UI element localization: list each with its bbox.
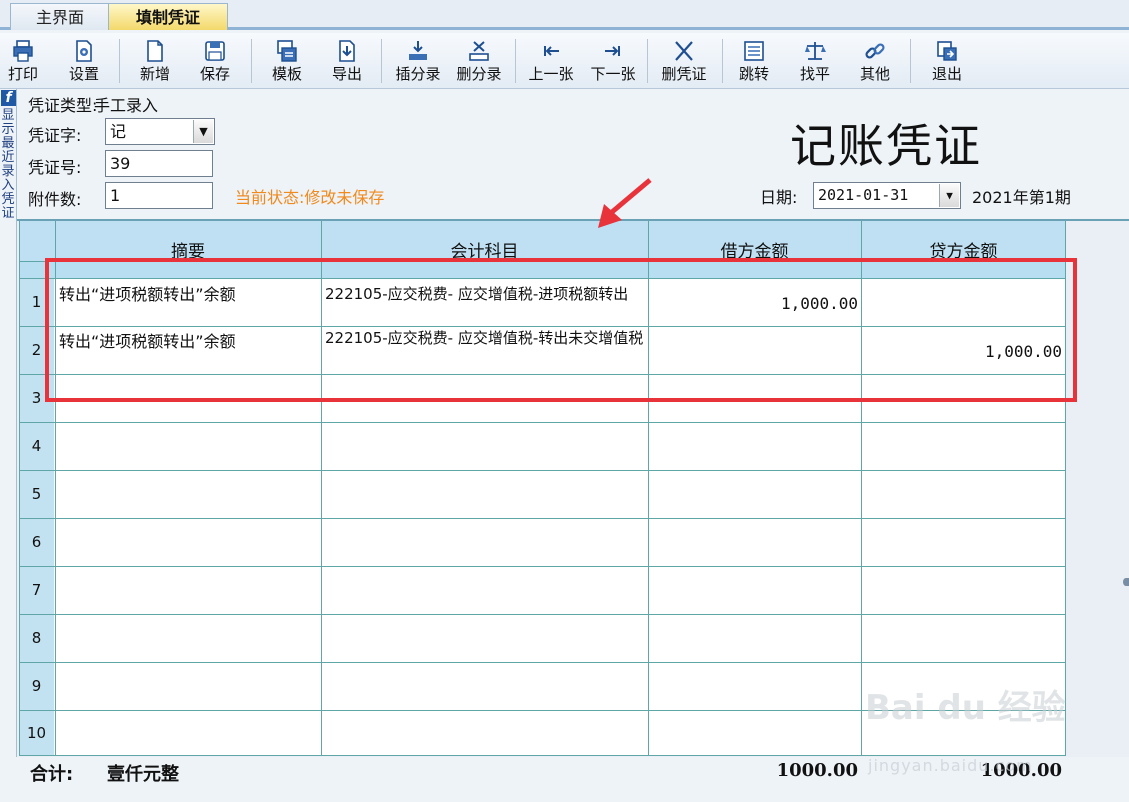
- date-label: 日期:: [760, 188, 798, 207]
- link-icon: [860, 37, 890, 65]
- row-number: 9: [19, 662, 54, 710]
- totals-amount-in-words: 壹仟元整: [107, 764, 179, 785]
- voucher-word-select[interactable]: 记 ▼: [105, 118, 215, 145]
- export-button[interactable]: 导出: [325, 37, 369, 87]
- close-icon: [669, 37, 699, 65]
- highlight-box: [45, 258, 1077, 402]
- gear-icon: [69, 37, 99, 65]
- prev-icon: [536, 37, 566, 65]
- toolbar-separator: [647, 39, 648, 83]
- voucher-word-value: 记: [110, 122, 127, 141]
- watermark-url: jingyan.baidu.com: [868, 756, 1033, 775]
- template-icon: [272, 37, 302, 65]
- row-number: 7: [19, 566, 54, 614]
- save-button[interactable]: 保存: [193, 37, 237, 87]
- recent-vouchers-label: 显示最近录入凭证: [1, 108, 15, 221]
- tab-voucher-entry[interactable]: 填制凭证: [108, 3, 228, 30]
- totals-label: 合计:: [30, 764, 74, 785]
- insert-entry-button[interactable]: 插分录: [390, 37, 446, 87]
- recent-vouchers-panel[interactable]: f 显示最近录入凭证: [0, 89, 17, 802]
- insert-row-icon: [403, 37, 433, 65]
- tab-main[interactable]: 主界面: [10, 3, 110, 30]
- balance-button[interactable]: 找平: [793, 37, 837, 87]
- jump-icon: [739, 37, 769, 65]
- toolbar-separator: [251, 39, 252, 83]
- row-number: 6: [19, 518, 54, 566]
- tab-bar: 主界面 填制凭证: [0, 0, 1129, 30]
- voucher-no-input[interactable]: 39: [105, 150, 213, 177]
- exit-button[interactable]: 退出: [925, 37, 969, 87]
- status-text: 当前状态:修改未保存: [235, 188, 385, 207]
- chevron-down-icon[interactable]: ▼: [193, 120, 213, 143]
- delete-voucher-button[interactable]: 删凭证: [655, 37, 713, 87]
- voucher-no-value: 39: [110, 154, 131, 173]
- voucher-type-label: 凭证类型:: [28, 96, 98, 115]
- watermark-logo: Bai du 经验: [865, 688, 1066, 728]
- toolbar-separator: [381, 39, 382, 83]
- exit-icon: [932, 37, 962, 65]
- row-number: 10: [19, 710, 54, 756]
- voucher-no-label: 凭证号:: [28, 158, 82, 177]
- voucher-type-value: 手工录入: [94, 96, 159, 115]
- toolbar-separator: [119, 39, 120, 83]
- printer-icon: [8, 37, 38, 65]
- delete-row-icon: [464, 37, 494, 65]
- chevron-down-icon[interactable]: ▼: [939, 184, 959, 207]
- other-button[interactable]: 其他: [853, 37, 897, 87]
- template-button[interactable]: 模板: [265, 37, 309, 87]
- attachments-label: 附件数:: [28, 190, 82, 209]
- scale-icon: [800, 37, 830, 65]
- voucher-word-label: 凭证字:: [28, 126, 82, 145]
- accounting-period: 2021年第1期: [972, 188, 1071, 207]
- jump-button[interactable]: 跳转: [732, 37, 776, 87]
- new-button[interactable]: 新增: [133, 37, 177, 87]
- page-title: 记账凭证: [790, 119, 982, 173]
- print-button[interactable]: 打印: [2, 37, 44, 87]
- attachments-value: 1: [110, 186, 121, 205]
- toolbar-separator: [722, 39, 723, 83]
- settings-button[interactable]: 设置: [62, 37, 106, 87]
- delete-entry-button[interactable]: 删分录: [450, 37, 508, 87]
- annotation-arrow-icon: [598, 178, 652, 228]
- date-value: 2021-01-31: [818, 186, 909, 204]
- toolbar-separator: [910, 39, 911, 83]
- toolbar: 打印 设置 新增 保存 模板 导出 插分录 删分录 上一张 下一张 删凭证 跳转…: [0, 33, 1129, 89]
- next-icon: [598, 37, 628, 65]
- prev-voucher-button[interactable]: 上一张: [522, 37, 580, 87]
- toolbar-separator: [515, 39, 516, 83]
- app-logo-icon: f: [1, 90, 16, 106]
- row-number: 4: [19, 422, 54, 470]
- export-icon: [332, 37, 362, 65]
- date-picker[interactable]: 2021-01-31 ▼: [813, 182, 961, 209]
- row-number: 8: [19, 614, 54, 662]
- new-page-icon: [140, 37, 170, 65]
- totals-debit: 1000.00: [776, 760, 858, 781]
- floppy-icon: [200, 37, 230, 65]
- row-number: 5: [19, 470, 54, 518]
- attachments-input[interactable]: 1: [105, 182, 213, 209]
- scroll-handle[interactable]: [1123, 578, 1129, 586]
- next-voucher-button[interactable]: 下一张: [584, 37, 642, 87]
